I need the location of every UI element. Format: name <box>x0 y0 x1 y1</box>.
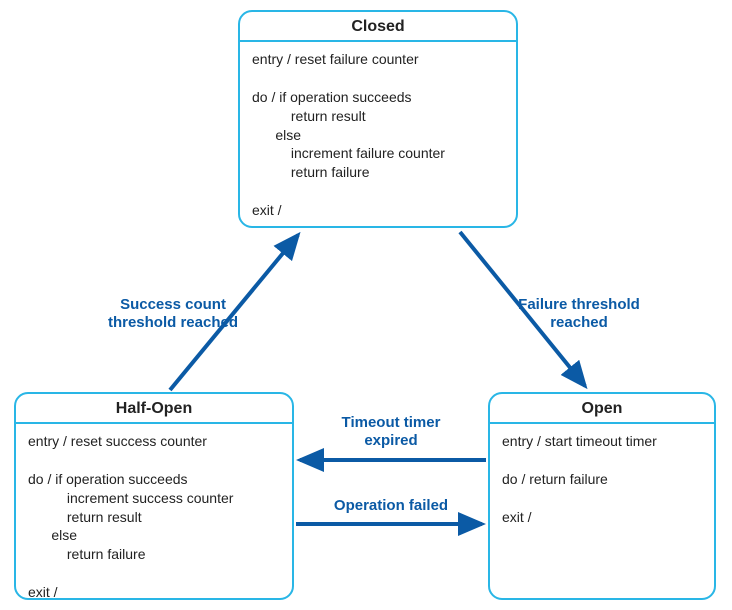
state-halfopen: Half-Open entry / reset success counter … <box>14 392 294 600</box>
state-closed-body: entry / reset failure counter do / if op… <box>240 42 516 230</box>
transition-success-threshold-label: Success count threshold reached <box>88 296 258 332</box>
state-open-body: entry / start timeout timer do / return … <box>490 424 714 536</box>
transition-operation-failed-label: Operation failed <box>316 497 466 515</box>
state-halfopen-title: Half-Open <box>16 394 292 422</box>
state-open: Open entry / start timeout timer do / re… <box>488 392 716 600</box>
transition-timeout-expired-label: Timeout timer expired <box>316 414 466 450</box>
transition-failure-threshold-label: Failure threshold reached <box>494 296 664 332</box>
state-halfopen-body: entry / reset success counter do / if op… <box>16 424 292 610</box>
state-closed-title: Closed <box>240 12 516 40</box>
state-closed: Closed entry / reset failure counter do … <box>238 10 518 228</box>
state-open-title: Open <box>490 394 714 422</box>
